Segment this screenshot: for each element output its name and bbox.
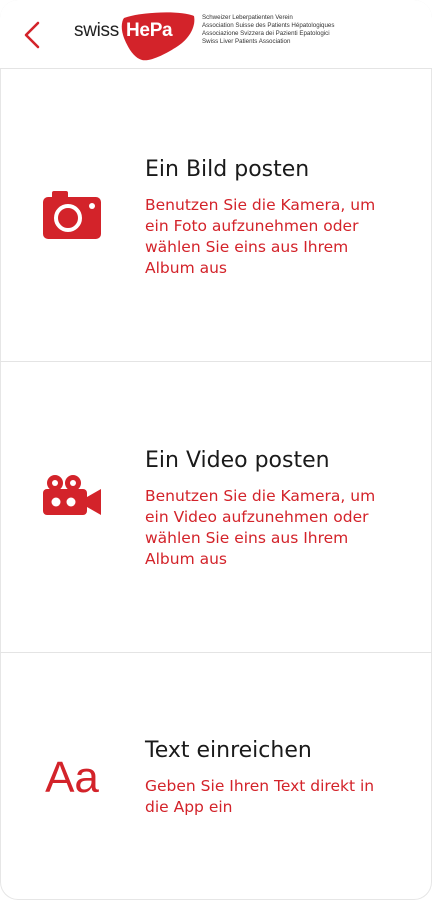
description-line: Album aus — [145, 259, 227, 277]
description-line: Album aus — [145, 550, 227, 568]
description-line: die App ein — [145, 798, 233, 816]
logo-prefix: swiss — [74, 20, 119, 41]
option-description: Benutzen Sie die Kamera, um ein Foto auf… — [145, 195, 415, 279]
submit-text-option[interactable]: Aa Text einreichen Geben Sie Ihren Text … — [0, 652, 432, 900]
option-description: Benutzen Sie die Kamera, um ein Video au… — [145, 486, 415, 570]
swiss-hepa-logo: swiss HePa Schweizer Leberpatienten Vere… — [74, 10, 374, 62]
text-icon-glyph: Aa — [45, 753, 99, 802]
description-line: wählen Sie eins aus Ihrem — [145, 238, 349, 256]
option-title: Ein Bild posten — [145, 157, 310, 182]
option-title: Ein Video posten — [145, 448, 330, 473]
option-title: Text einreichen — [145, 738, 312, 763]
description-line: Geben Sie Ihren Text direkt in — [145, 777, 375, 795]
description-line: ein Foto aufzunehmen oder — [145, 217, 359, 235]
camera-icon — [40, 185, 104, 245]
description-line: ein Video aufzunehmen oder — [145, 508, 369, 526]
post-photo-option[interactable]: Ein Bild posten Benutzen Sie die Kamera,… — [0, 69, 432, 362]
app-screen: swiss HePa Schweizer Leberpatienten Vere… — [0, 0, 432, 900]
description-line: Benutzen Sie die Kamera, um — [145, 196, 376, 214]
option-description: Geben Sie Ihren Text direkt in die App e… — [145, 776, 415, 818]
back-button[interactable] — [18, 18, 48, 52]
description-line: wählen Sie eins aus Ihrem — [145, 529, 349, 547]
chevron-left-icon — [24, 21, 40, 49]
post-video-option[interactable]: Ein Video posten Benutzen Sie die Kamera… — [0, 360, 432, 653]
tagline-line: Swiss Liver Patients Association — [202, 38, 291, 45]
tagline-line: Association Suisse des Patients Hépatolo… — [202, 22, 335, 29]
description-line: Benutzen Sie die Kamera, um — [145, 487, 376, 505]
logo-tagline: Schweizer Leberpatienten Verein Associat… — [202, 14, 374, 46]
text-icon: Aa — [40, 748, 104, 808]
tagline-line: Schweizer Leberpatienten Verein — [202, 14, 293, 21]
video-camera-icon — [40, 466, 104, 526]
logo-brand: HePa — [126, 20, 173, 41]
tagline-line: Associazione Svizzera dei Pazienti Epato… — [202, 30, 330, 37]
app-header: swiss HePa Schweizer Leberpatienten Vere… — [0, 0, 432, 69]
